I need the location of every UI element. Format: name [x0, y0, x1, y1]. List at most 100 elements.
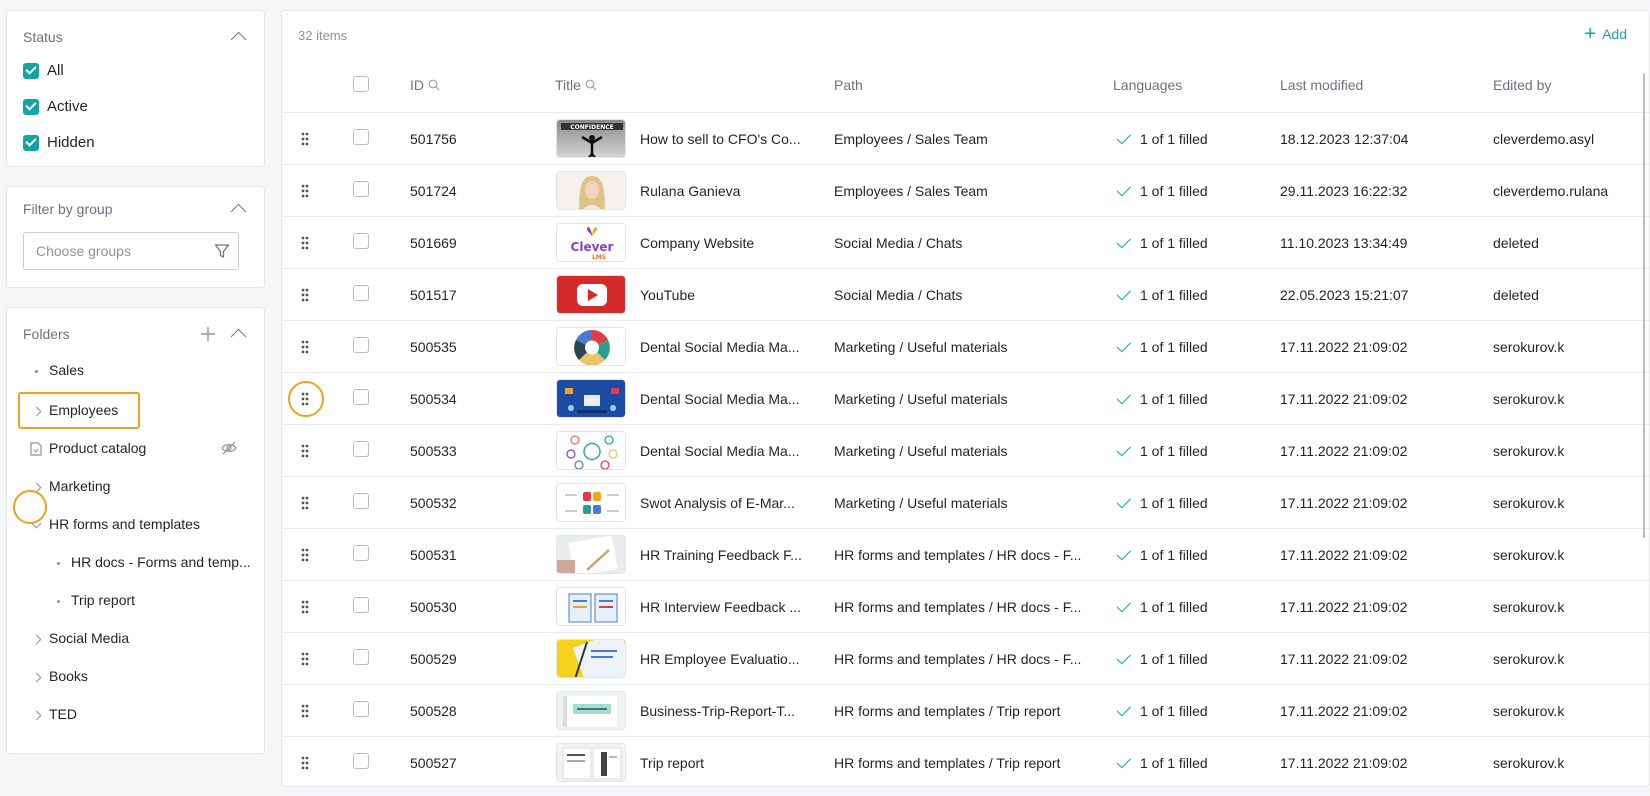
status-header[interactable]: Status	[23, 29, 248, 48]
chevron-down-icon[interactable]	[31, 518, 41, 528]
table-row[interactable]: 500535 Dental Social Media Ma... Marketi…	[282, 320, 1649, 372]
status-option-hidden[interactable]: Hidden	[23, 134, 95, 151]
cell-title[interactable]: HR Interview Feedback ...	[640, 581, 825, 633]
folder-item-hr-docs[interactable]: HR docs - Forms and temp...	[7, 552, 266, 574]
folder-item-ted[interactable]: TED	[7, 704, 266, 726]
table-row[interactable]: 501756 CONFIDENCE How to sell to CFO's C…	[282, 112, 1649, 164]
thumbnail[interactable]	[556, 327, 626, 366]
thumbnail[interactable]: CONFIDENCE	[556, 119, 626, 158]
thumbnail[interactable]	[556, 171, 626, 210]
table-row[interactable]: 500528 Business-Trip-Report-T... HR form…	[282, 684, 1649, 736]
collapse-chevron-icon[interactable]	[230, 31, 247, 48]
add-button[interactable]: + Add	[1584, 24, 1627, 44]
row-checkbox[interactable]	[353, 181, 369, 197]
column-header-title[interactable]: Title	[555, 77, 597, 93]
table-row[interactable]: 501669 Clever LMS Company Website Social …	[282, 216, 1649, 268]
drag-handle-icon[interactable]	[301, 704, 309, 718]
row-checkbox[interactable]	[353, 233, 369, 249]
table-row[interactable]: 500529 HR Employee Evaluatio... HR forms…	[282, 632, 1649, 684]
folder-item-books[interactable]: Books	[7, 666, 266, 688]
drag-handle-icon[interactable]	[301, 288, 309, 302]
thumbnail[interactable]	[556, 691, 626, 730]
drag-handle-icon[interactable]	[301, 496, 309, 510]
row-checkbox[interactable]	[353, 649, 369, 665]
chevron-right-icon[interactable]	[31, 634, 41, 644]
choose-groups-input[interactable]: Choose groups	[23, 232, 239, 270]
vertical-scrollbar[interactable]	[1643, 73, 1645, 538]
drag-handle-icon[interactable]	[301, 548, 309, 562]
thumbnail[interactable]	[556, 275, 626, 314]
folder-item-social-media[interactable]: Social Media	[7, 628, 266, 650]
chevron-right-icon[interactable]	[31, 406, 41, 416]
column-header-id[interactable]: ID	[410, 77, 440, 93]
chevron-right-icon[interactable]	[31, 672, 41, 682]
cell-title[interactable]: Dental Social Media Ma...	[640, 321, 825, 373]
table-row[interactable]: 500534 Dental Social Media Ma... Marketi…	[282, 372, 1649, 424]
row-checkbox[interactable]	[353, 597, 369, 613]
thumbnail[interactable]	[556, 379, 626, 418]
select-all-checkbox[interactable]	[353, 76, 369, 92]
table-row[interactable]: 500532 Swot Analysis of E-Mar... Marketi…	[282, 476, 1649, 528]
row-checkbox[interactable]	[353, 493, 369, 509]
cell-title[interactable]: Swot Analysis of E-Mar...	[640, 477, 825, 529]
drag-handle-icon[interactable]	[301, 132, 309, 146]
thumbnail[interactable]	[556, 535, 626, 574]
funnel-icon[interactable]	[214, 243, 230, 259]
thumbnail[interactable]	[556, 587, 626, 626]
row-checkbox[interactable]	[353, 701, 369, 717]
drag-handle-icon[interactable]	[301, 652, 309, 666]
checkbox-icon[interactable]	[23, 98, 39, 115]
table-row[interactable]: 500533 Dental Social Media Ma... Marketi…	[282, 424, 1649, 476]
drag-handle-icon[interactable]	[301, 184, 309, 198]
chevron-right-icon[interactable]	[31, 710, 41, 720]
folder-item-employees[interactable]: Employees	[7, 400, 266, 422]
status-option-all[interactable]: All	[23, 62, 64, 79]
cell-title[interactable]: How to sell to CFO's Co...	[640, 113, 825, 165]
checkbox-icon[interactable]	[23, 62, 39, 79]
collapse-chevron-icon[interactable]	[230, 203, 247, 220]
drag-handle-icon[interactable]	[301, 600, 309, 614]
thumbnail[interactable]	[556, 743, 626, 782]
add-folder-icon[interactable]	[201, 327, 215, 341]
folder-item-marketing[interactable]: Marketing	[7, 476, 266, 498]
row-checkbox[interactable]	[353, 389, 369, 405]
row-checkbox[interactable]	[353, 129, 369, 145]
folder-item-trip-report[interactable]: Trip report	[7, 590, 266, 612]
drag-handle-icon[interactable]	[301, 340, 309, 354]
table-row[interactable]: 500530 HR Interview Feedback ... HR form…	[282, 580, 1649, 632]
folder-item-product-catalog[interactable]: Product catalog	[7, 438, 266, 460]
search-icon[interactable]	[428, 79, 440, 91]
table-row[interactable]: 501517 YouTube Social Media / Chats 1 of…	[282, 268, 1649, 320]
checkbox-icon[interactable]	[23, 134, 39, 151]
drag-handle-icon[interactable]	[301, 236, 309, 250]
cell-title[interactable]: HR Training Feedback F...	[640, 529, 825, 581]
row-checkbox[interactable]	[353, 337, 369, 353]
table-row[interactable]: 501724 Rulana Ganieva Employees / Sales …	[282, 164, 1649, 216]
cell-title[interactable]: Dental Social Media Ma...	[640, 373, 825, 425]
drag-handle-icon[interactable]	[301, 756, 309, 770]
thumbnail[interactable]	[556, 639, 626, 678]
thumbnail[interactable]	[556, 483, 626, 522]
group-filter-header[interactable]: Filter by group	[23, 201, 248, 220]
row-checkbox[interactable]	[353, 285, 369, 301]
cell-title[interactable]: Trip report	[640, 737, 825, 786]
collapse-chevron-icon[interactable]	[230, 328, 247, 345]
row-checkbox[interactable]	[353, 545, 369, 561]
table-row[interactable]: 500527 Trip report HR forms and template…	[282, 736, 1649, 786]
row-checkbox[interactable]	[353, 753, 369, 769]
cell-title[interactable]: Rulana Ganieva	[640, 165, 825, 217]
cell-title[interactable]: Dental Social Media Ma...	[640, 425, 825, 477]
cell-title[interactable]: YouTube	[640, 269, 825, 321]
eye-off-icon[interactable]	[221, 441, 237, 455]
cell-title[interactable]: Company Website	[640, 217, 825, 269]
thumbnail[interactable]	[556, 431, 626, 470]
status-option-active[interactable]: Active	[23, 98, 88, 115]
folder-item-hr-forms[interactable]: HR forms and templates	[7, 514, 266, 536]
search-icon[interactable]	[585, 79, 597, 91]
cell-title[interactable]: HR Employee Evaluatio...	[640, 633, 825, 685]
thumbnail[interactable]: Clever LMS	[556, 223, 626, 262]
table-row[interactable]: 500531 HR Training Feedback F... HR form…	[282, 528, 1649, 580]
drag-handle-icon[interactable]	[301, 444, 309, 458]
folder-item-sales[interactable]: Sales	[7, 360, 266, 382]
cell-title[interactable]: Business-Trip-Report-T...	[640, 685, 825, 737]
